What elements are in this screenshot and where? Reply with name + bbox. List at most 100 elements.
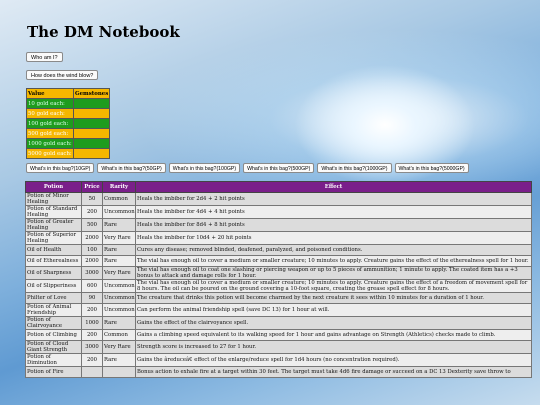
price-cell: 200: [81, 329, 103, 341]
effect-cell: Gains the effect of the clairvoyance spe…: [135, 316, 532, 330]
table-row: Potion of Minor Healing 50 Common Heals the…: [25, 192, 532, 206]
gold-value-label: 1000 gold each:: [26, 138, 74, 149]
rarity-cell: Common: [102, 192, 136, 206]
potion-name-cell: Potion of Superior Healing: [25, 231, 82, 245]
gold-value-label: 5000 gold each:: [26, 148, 74, 159]
potion-name-cell: Oil of Slipperiness: [25, 279, 82, 293]
gold-row: 500 gold each:: [26, 128, 111, 139]
table-row: Oil of Slipperiness 600 Uncommon The vial h…: [25, 279, 532, 293]
rarity-cell: Very Rare: [102, 340, 136, 354]
gold-value-label: 500 gold each:: [26, 128, 74, 139]
table-row: Oil of Health 100 Rare Cures any disease; r…: [25, 244, 532, 256]
potion-name-cell: Potion of Climbing: [25, 329, 82, 341]
gemstones-cell: [72, 108, 111, 119]
gemstones-cell: [72, 128, 111, 139]
bag-button[interactable]: What's in this bag?(10GP): [26, 163, 95, 173]
table-row: Philter of Love 90 Uncommon The creature th…: [25, 292, 532, 304]
effect-cell: Cures any disease; removed blinded, deaf…: [135, 244, 532, 256]
bag-button[interactable]: What's in this bag?(100GP): [168, 163, 241, 173]
potion-name-cell: Potion of Minor Healing: [25, 192, 82, 206]
effect-cell: Heals the imbiber for 10d4 + 20 hit poin…: [135, 231, 532, 245]
effect-cell: Bonus action to exhale fire at a target …: [135, 366, 532, 378]
potion-name-cell: Potion of Standard Healing: [25, 205, 82, 219]
potion-name-cell: Potion of Cloud Giant Strength: [25, 340, 82, 354]
potion-name-cell: Potion of Diminution: [25, 353, 82, 367]
gemstones-cell: [72, 98, 111, 109]
table-row: Potion of Superior Healing 2000 Very Rare H…: [25, 231, 532, 245]
price-cell: 2000: [81, 255, 103, 267]
price-cell: 50: [81, 192, 103, 206]
table-row: Potion of Greater Healing 500 Rare Heals th…: [25, 218, 532, 232]
price-cell: 200: [81, 353, 103, 367]
rarity-cell: Common: [102, 329, 136, 341]
gold-row: 50 gold each:: [26, 108, 111, 119]
rarity-cell: Very Rare: [102, 231, 136, 245]
wind-blow-button[interactable]: How does the wind blow?: [26, 70, 99, 80]
page-title: The DM Notebook: [27, 23, 180, 41]
effect-cell: Gains a climbing speed equivalent to its…: [135, 329, 532, 341]
potions-table: Potion Price Rarity Effect Potion of Min…: [25, 181, 532, 378]
rarity-header: Rarity: [102, 181, 136, 193]
gold-value-label: 10 gold each:: [26, 98, 74, 109]
effect-cell: Heals the imbiber for 2d4 + 2 hit points: [135, 192, 532, 206]
potion-name-cell: Oil of Etherealness: [25, 255, 82, 267]
effect-cell: Strength score is increased to 27 for 1 …: [135, 340, 532, 354]
rarity-cell: Very Rare: [102, 266, 136, 280]
effect-header: Effect: [135, 181, 532, 193]
rarity-cell: Rare: [102, 244, 136, 256]
gold-row: 100 gold each:: [26, 118, 111, 129]
price-cell: 200: [81, 303, 103, 317]
rarity-cell: Rare: [102, 218, 136, 232]
rarity-cell: Uncommon: [102, 205, 136, 219]
price-cell: 100: [81, 244, 103, 256]
table-row: Potion of Clairvoyance 1000 Rare Gains the …: [25, 316, 532, 330]
rarity-cell: Uncommon: [102, 303, 136, 317]
price-cell: 3000: [81, 266, 103, 280]
table-row: Potion of Cloud Giant Strength 3000 Very R…: [25, 340, 532, 354]
value-header: Value: [26, 88, 74, 99]
price-cell: 90: [81, 292, 103, 304]
gemstones-cell: [72, 148, 111, 159]
who-am-i-button[interactable]: Who am I?: [26, 52, 63, 62]
table-row: Oil of Etherealness 2000 Rare The vial has …: [25, 255, 532, 267]
table-row: Potion of Climbing 200 Common Gains a climb…: [25, 329, 532, 341]
table-row: Potion of Animal Friendship 200 Uncommon Ca…: [25, 303, 532, 317]
price-cell: 2000: [81, 231, 103, 245]
potion-name-cell: Potion of Animal Friendship: [25, 303, 82, 317]
bag-button[interactable]: What's in this bag?(500GP): [243, 163, 315, 173]
gold-value-label: 100 gold each:: [26, 118, 74, 129]
price-cell: 200: [81, 205, 103, 219]
bag-button-row: What's in this bag?(10GP) What's in this …: [26, 163, 469, 173]
potion-name-cell: Oil of Sharpness: [25, 266, 82, 280]
price-cell: 3000: [81, 340, 103, 354]
bag-button[interactable]: What's in this bag?(1000GP): [317, 163, 392, 173]
potion-header: Potion: [25, 181, 82, 193]
bag-button[interactable]: What's in this bag?(5000GP): [394, 163, 469, 173]
table-row: Oil of Sharpness 3000 Very Rare The vial ha…: [25, 266, 532, 280]
table-row: Potion of Standard Healing 200 Uncommon Hea…: [25, 205, 532, 219]
gemstones-header: Gemstones: [72, 88, 111, 99]
gemstones-cell: [72, 138, 111, 149]
effect-cell: The vial has enough oil to cover a mediu…: [135, 255, 532, 267]
potion-name-cell: Potion of Fire: [25, 366, 82, 378]
effect-cell: The creature that drinks this potion wil…: [135, 292, 532, 304]
gemstone-value-table: Value Gemstones 10 gold each: 50 gold eac…: [26, 88, 111, 159]
effect-cell: Heals the imbiber for 4d4 + 4 hit points: [135, 205, 532, 219]
gemstones-cell: [72, 118, 111, 129]
rarity-cell: Uncommon: [102, 292, 136, 304]
effect-cell: Heals the imbiber for 8d4 + 8 hit points: [135, 218, 532, 232]
rarity-cell: [102, 366, 136, 378]
price-cell: 600: [81, 279, 103, 293]
potion-name-cell: Potion of Greater Healing: [25, 218, 82, 232]
gold-row: 5000 gold each:: [26, 148, 111, 159]
price-cell: 500: [81, 218, 103, 232]
bag-button[interactable]: What's in this bag?(50GP): [97, 163, 166, 173]
effect-cell: Can perform the animal friendship spell …: [135, 303, 532, 317]
price-cell: [81, 366, 103, 378]
table-row: Potion of Fire Bonus action to exhale fir…: [25, 366, 532, 378]
price-cell: 1000: [81, 316, 103, 330]
rarity-cell: Rare: [102, 316, 136, 330]
table-row: Potion of Diminution 200 Rare Gains the âre…: [25, 353, 532, 367]
effect-cell: The vial has enough oil to cover a mediu…: [135, 279, 532, 293]
gold-value-label: 50 gold each:: [26, 108, 74, 119]
